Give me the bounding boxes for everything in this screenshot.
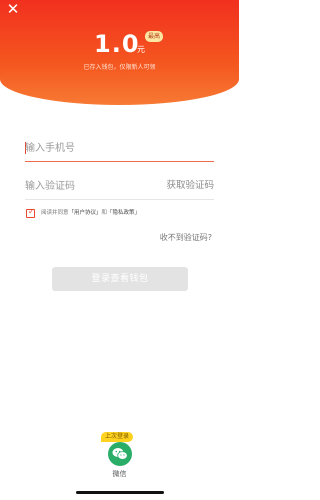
header-subtitle: 已存入钱包，仅限新人可领 <box>83 64 156 71</box>
phone-field <box>25 138 214 162</box>
no-code-link[interactable]: 收不到验证码? <box>160 233 212 243</box>
privacy-policy-link[interactable]: 「隐私政策」 <box>107 210 140 216</box>
home-indicator <box>76 491 164 494</box>
max-badge: 最高 <box>145 31 164 42</box>
check-icon: ✓ <box>28 207 35 216</box>
amount-unit: 元 <box>137 45 145 54</box>
user-agreement-link[interactable]: 「用户协议」 <box>69 210 102 216</box>
code-field: 获取验证码 <box>25 176 214 200</box>
reward-amount: 1.0 元 最高 <box>0 30 239 60</box>
get-code-button[interactable]: 获取验证码 <box>166 179 214 193</box>
amount-value: 1.0 <box>94 30 140 58</box>
wechat-icon <box>112 448 128 460</box>
wechat-label: 微信 <box>112 470 127 478</box>
agreement-row: ✓ 阅读并同意「用户协议」和「隐私政策」 <box>25 207 215 220</box>
code-input[interactable] <box>25 176 155 196</box>
login-button[interactable]: 登录查看钱包 <box>52 267 188 291</box>
phone-input[interactable] <box>25 138 155 158</box>
close-icon[interactable]: ✕ <box>5 1 21 17</box>
last-login-badge: 上次登录 <box>101 432 134 442</box>
agreement-text: 阅读并同意「用户协议」和「隐私政策」 <box>41 209 140 218</box>
wechat-login-button[interactable] <box>108 442 132 466</box>
agreement-prefix: 阅读并同意 <box>41 210 69 216</box>
header-banner: ✕ 1.0 元 最高 已存入钱包，仅限新人可领 <box>0 0 239 105</box>
agreement-checkbox[interactable]: ✓ <box>26 207 35 218</box>
